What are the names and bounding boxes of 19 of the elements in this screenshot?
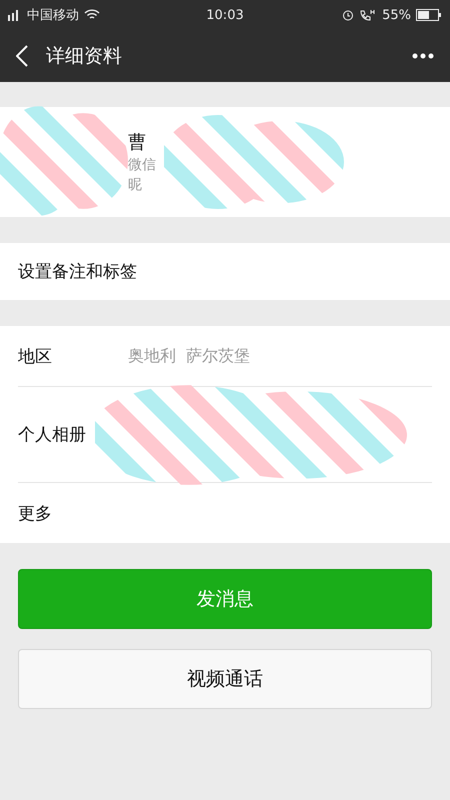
nickname: 昵 [128,176,143,194]
phone-hd-icon [359,9,378,21]
battery-percent: 55% [382,8,411,22]
page-title: 详细资料 [46,44,123,69]
battery-icon [416,9,442,21]
back-icon[interactable] [16,45,28,67]
remark-tags-item[interactable]: 设置备注和标签 [18,260,137,283]
video-call-button[interactable]: 视频通话 [18,649,432,709]
contact-name: 曹 [128,131,147,154]
info-value: 奥地利 萨尔茨堡 [128,346,250,366]
info-label[interactable]: 个人相册 [18,423,128,446]
alarm-icon [342,9,354,21]
wifi-icon [84,9,100,21]
wechat-id: 微信 [128,156,156,174]
info-label[interactable]: 地区 [18,344,128,368]
carrier-name: 中国移动 [27,7,79,24]
info-label[interactable]: 更多 [18,502,128,524]
clock-time: 10:03 [206,8,244,22]
more-icon[interactable] [412,53,434,59]
